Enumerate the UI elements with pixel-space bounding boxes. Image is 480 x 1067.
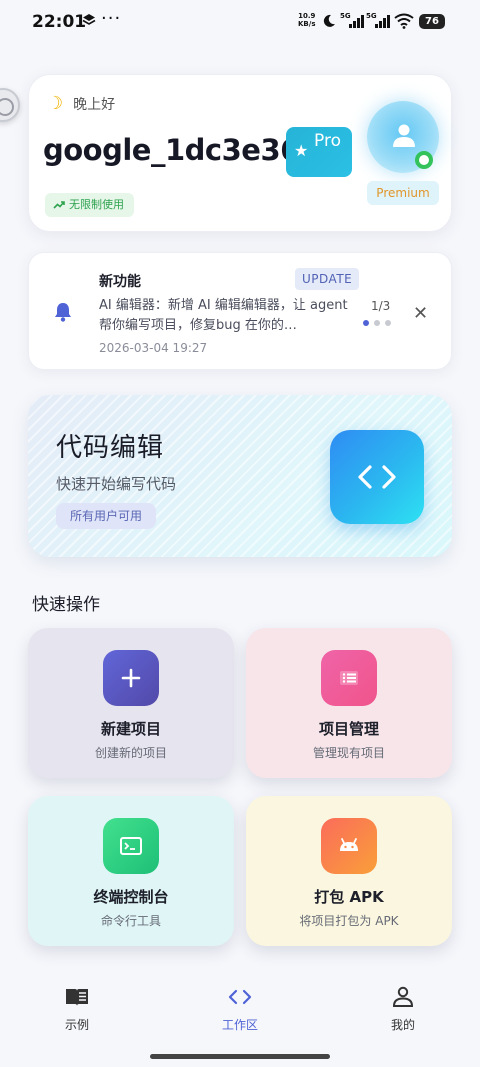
layers-icon bbox=[82, 14, 96, 25]
signal-sim1-icon: 5G bbox=[340, 12, 364, 30]
terminal-sub: 命令行工具 bbox=[100, 914, 161, 928]
code-editor-icon-box bbox=[330, 430, 424, 524]
terminal-tile[interactable]: 终端控制台 命令行工具 bbox=[28, 796, 234, 946]
moon-icon: ☽ bbox=[47, 93, 64, 114]
nav-workspace[interactable]: 工作区 bbox=[195, 986, 285, 1033]
project-manage-tile[interactable]: 项目管理 管理现有项目 bbox=[246, 628, 452, 778]
pro-badge: ★ Pro bbox=[286, 127, 352, 177]
floating-assist-button[interactable] bbox=[0, 88, 20, 122]
pro-label: Pro bbox=[314, 131, 341, 151]
net-speed-unit: KB/s bbox=[298, 20, 316, 28]
update-badge: UPDATE bbox=[295, 268, 360, 290]
profile-card[interactable]: ☽ 晚上好 google_1dc3e369 ★ Pro Premium 无限制使… bbox=[28, 74, 452, 232]
notice-page-indicator: 1/3 bbox=[371, 299, 391, 313]
build-apk-tile[interactable]: 打包 APK 将项目打包为 APK bbox=[246, 796, 452, 946]
new-project-tile[interactable]: 新建项目 创建新的项目 bbox=[28, 628, 234, 778]
new-project-icon-box bbox=[103, 650, 159, 706]
nav-examples-label: 示例 bbox=[64, 1018, 89, 1032]
online-status-dot bbox=[415, 151, 433, 169]
status-more-dots: ··· bbox=[101, 8, 122, 29]
android-icon bbox=[340, 838, 358, 851]
nav-profile[interactable]: 我的 bbox=[358, 986, 448, 1033]
notice-page-dots bbox=[363, 320, 391, 326]
page-dot-2[interactable] bbox=[374, 320, 380, 326]
notice-date: 2026-03-04 19:27 bbox=[99, 341, 208, 355]
status-bar: 22:01 ··· 10.9 KB/s 5G 5G 76 bbox=[0, 0, 480, 44]
project-manage-sub: 管理现有项目 bbox=[312, 746, 385, 760]
username: google_1dc3e369 bbox=[43, 133, 320, 167]
terminal-label: 终端控制台 bbox=[93, 888, 169, 906]
notice-title: 新功能 bbox=[99, 274, 141, 290]
book-icon bbox=[66, 989, 88, 1006]
net-speed: 10.9 KB/s bbox=[298, 12, 315, 28]
unlimited-label: 无限制使用 bbox=[69, 198, 124, 211]
net-speed-value: 10.9 bbox=[298, 12, 316, 20]
nav-workspace-label: 工作区 bbox=[221, 1018, 258, 1032]
code-editor-title: 代码编辑 bbox=[56, 433, 165, 463]
battery-icon: 76 bbox=[419, 14, 445, 29]
code-icon bbox=[228, 989, 252, 1005]
bell-icon bbox=[55, 303, 71, 322]
plus-icon bbox=[121, 668, 141, 688]
new-project-label: 新建项目 bbox=[100, 720, 161, 738]
close-icon[interactable]: ✕ bbox=[413, 303, 428, 324]
notice-body: AI 编辑器：新增 AI 编辑编辑器，让 agent 帮你编写项目，修复bug … bbox=[99, 298, 348, 333]
quick-actions-title: 快速操作 bbox=[32, 595, 100, 615]
terminal-icon bbox=[120, 837, 142, 855]
build-apk-icon-box bbox=[321, 818, 377, 874]
build-apk-label: 打包 APK bbox=[314, 888, 384, 906]
nav-profile-label: 我的 bbox=[390, 1018, 415, 1032]
terminal-icon-box bbox=[103, 818, 159, 874]
greeting-row: ☽ 晚上好 bbox=[47, 93, 115, 114]
unlimited-chip: 无限制使用 bbox=[45, 193, 134, 217]
nav-examples[interactable]: 示例 bbox=[32, 986, 122, 1033]
all-users-chip: 所有用户可用 bbox=[56, 503, 157, 529]
trending-up-icon bbox=[53, 201, 65, 209]
signal-sim2-icon: 5G bbox=[366, 12, 390, 30]
notice-card[interactable]: 新功能 UPDATE AI 编辑器：新增 AI 编辑编辑器，让 agent 帮你… bbox=[28, 252, 452, 370]
dnd-moon-icon bbox=[323, 14, 335, 27]
star-icon: ★ bbox=[294, 141, 309, 160]
home-indicator[interactable] bbox=[150, 1054, 330, 1059]
project-manage-label: 项目管理 bbox=[318, 720, 379, 738]
greeting-text: 晚上好 bbox=[73, 96, 116, 113]
person-icon bbox=[393, 124, 415, 147]
premium-badge: Premium bbox=[367, 181, 439, 205]
code-icon bbox=[358, 465, 396, 489]
page-dot-3[interactable] bbox=[385, 320, 391, 326]
page-dot-1[interactable] bbox=[363, 320, 369, 326]
build-apk-sub: 将项目打包为 APK bbox=[299, 914, 399, 928]
person-icon bbox=[392, 986, 414, 1007]
code-editor-subtitle: 快速开始编写代码 bbox=[56, 475, 177, 493]
bottom-nav: 示例 工作区 我的 bbox=[0, 966, 480, 1067]
code-editor-card[interactable]: 代码编辑 快速开始编写代码 所有用户可用 bbox=[28, 395, 452, 557]
project-manage-icon-box bbox=[321, 650, 377, 706]
list-icon bbox=[340, 671, 358, 685]
new-project-sub: 创建新的项目 bbox=[94, 746, 167, 760]
wifi-icon bbox=[394, 13, 414, 29]
status-time: 22:01 bbox=[32, 12, 87, 32]
